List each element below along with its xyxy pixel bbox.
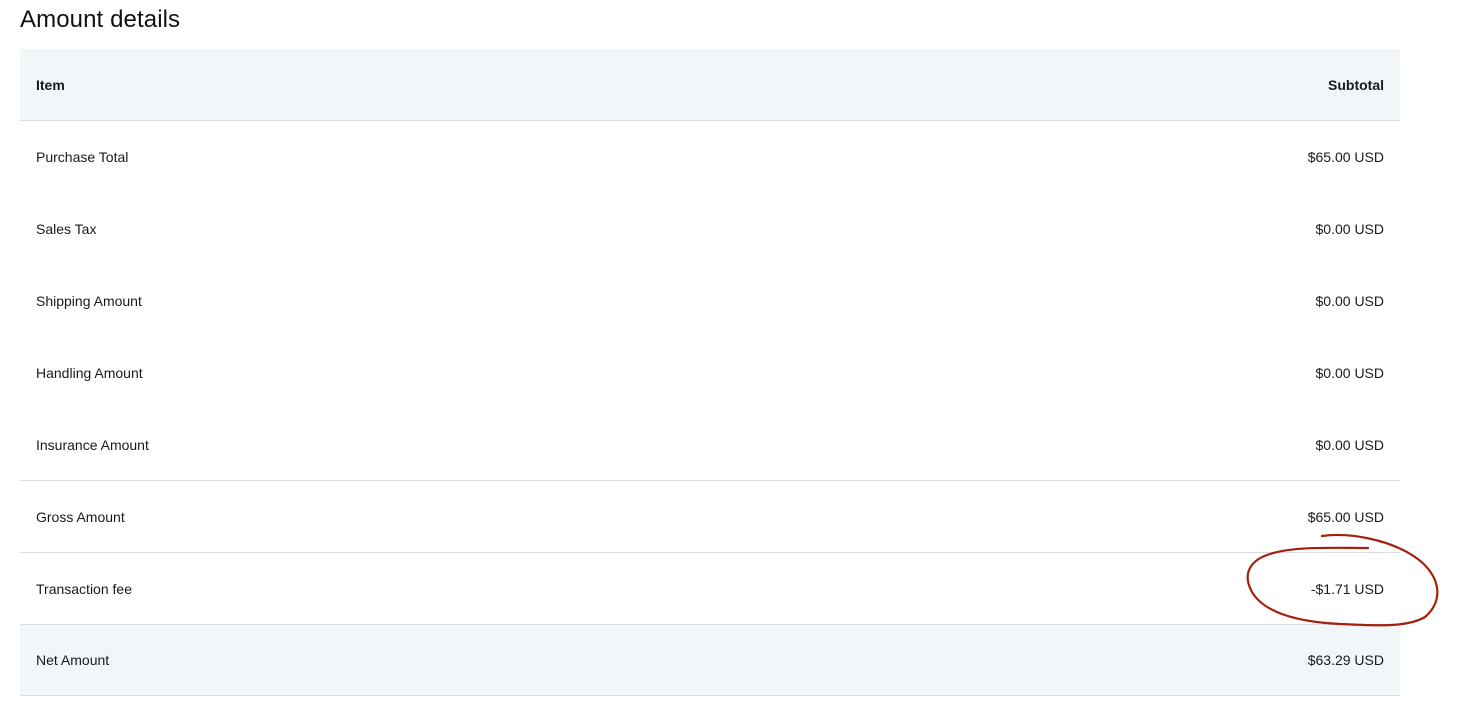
row-value-transaction-fee: -$1.71 USD (1310, 580, 1384, 597)
row-label: Shipping Amount (36, 293, 142, 309)
table-row-handling-amount: Handling Amount $0.00 USD (20, 337, 1400, 409)
row-value: $65.00 USD (1307, 149, 1384, 165)
table-row-gross-amount: Gross Amount $65.00 USD (20, 481, 1400, 553)
row-label: Sales Tax (36, 221, 97, 237)
row-label: Handling Amount (36, 365, 143, 381)
row-value: $0.00 USD (1315, 365, 1384, 381)
row-label: Insurance Amount (36, 436, 149, 453)
page-title: Amount details (20, 6, 181, 33)
row-label: Gross Amount (36, 508, 125, 525)
row-value: $0.00 USD (1315, 221, 1384, 237)
net-amount-value: $63.29 USD (1307, 652, 1384, 668)
row-label: Transaction fee (36, 580, 132, 597)
table-row-purchase-total: Purchase Total $65.00 USD (20, 121, 1400, 193)
table-row-insurance-amount: Insurance Amount $0.00 USD (20, 409, 1400, 481)
amount-details-table: Item Subtotal Purchase Total $65.00 USD … (20, 49, 1400, 696)
table-row-net-amount: Net Amount $63.29 USD (20, 625, 1400, 696)
net-amount-label: Net Amount (36, 652, 110, 668)
row-label: Purchase Total (36, 149, 129, 165)
table-row-sales-tax: Sales Tax $0.00 USD (20, 193, 1400, 265)
column-header-item: Item (36, 76, 65, 93)
table-row-shipping-amount: Shipping Amount $0.00 USD (20, 265, 1400, 337)
row-value: $65.00 USD (1307, 508, 1384, 525)
table-row-transaction-fee: Transaction fee -$1.71 USD (20, 553, 1400, 625)
row-value: $0.00 USD (1315, 293, 1384, 309)
column-header-subtotal: Subtotal (1328, 76, 1384, 93)
table-header: Item Subtotal (20, 49, 1400, 121)
row-value: $0.00 USD (1315, 436, 1384, 453)
